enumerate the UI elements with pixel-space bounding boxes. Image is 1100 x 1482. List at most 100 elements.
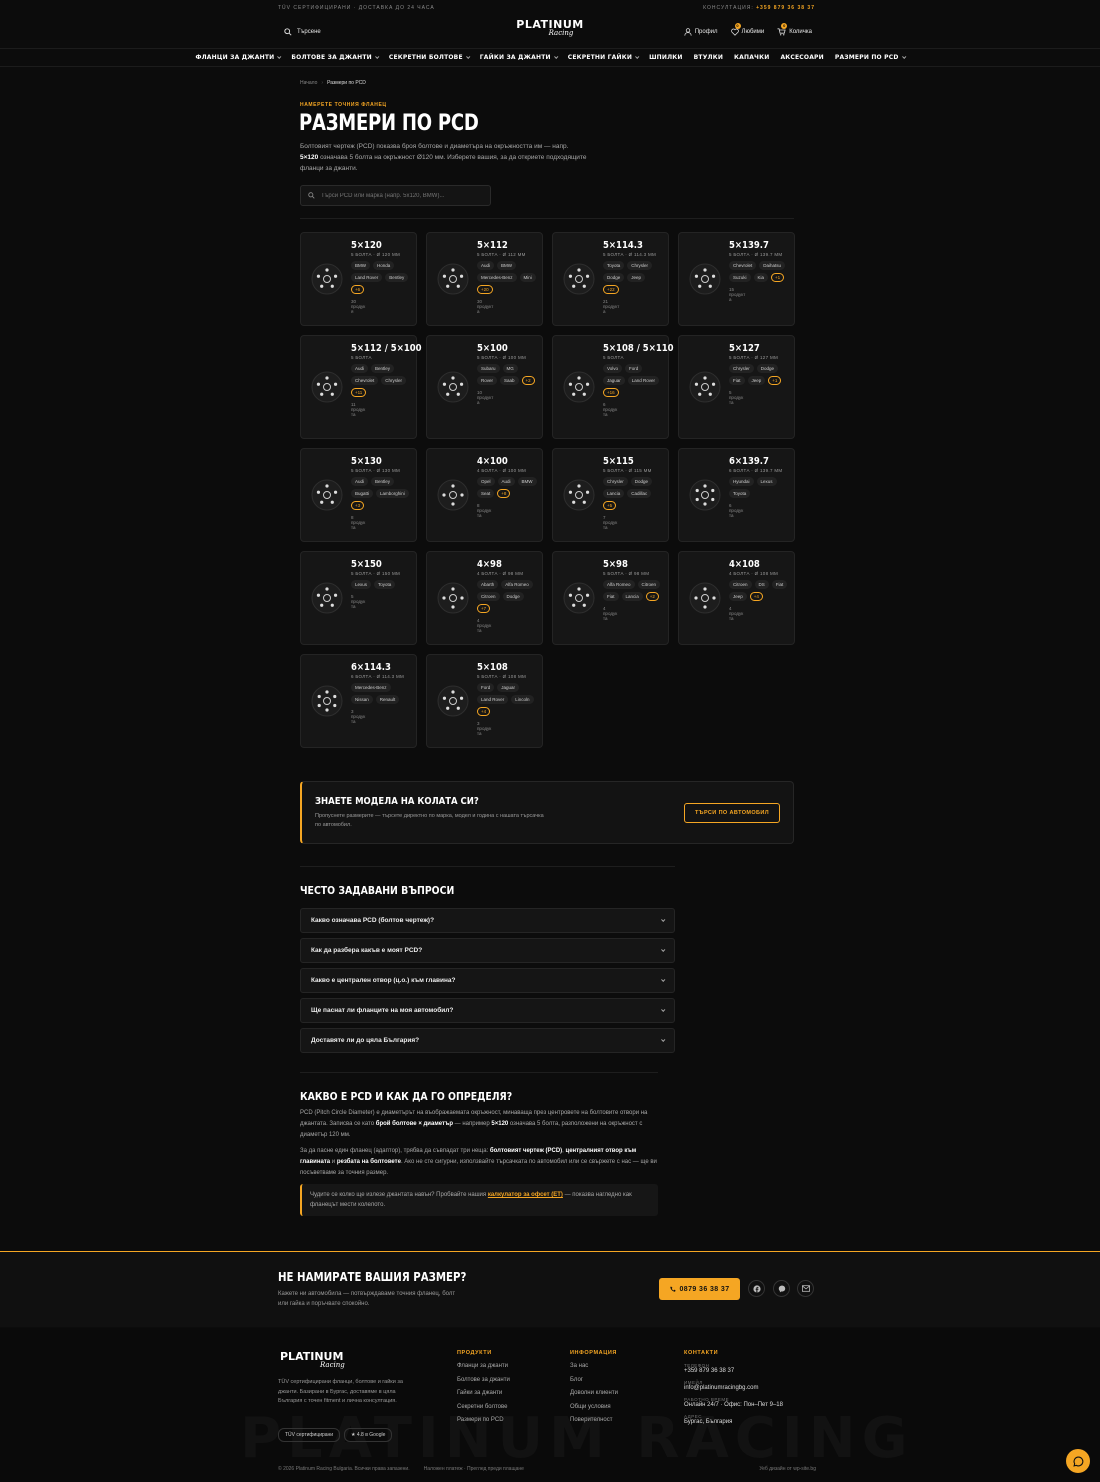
faq-item[interactable]: Какво означава PCD (болтов чертеж)? (300, 908, 675, 933)
brand-chips: Citroen DS Fiat Jeep +4 (729, 580, 789, 601)
favorites-link[interactable]: 0 Любими (730, 22, 764, 36)
brand-chips: Hyundai Lexus Toyota (729, 477, 789, 498)
pcd-card[interactable]: 4×98 4 БОЛТА · Ø 98 ММ Abarth Alfa Romeo Cit… (426, 551, 543, 645)
design-credit[interactable]: Уеб дизайн от wp-site.bg (759, 1466, 816, 1472)
pcd-card[interactable]: 5×150 5 БОЛТА · Ø 150 ММ Lexus Toyota 5 проду… (300, 551, 417, 645)
facebook-button[interactable] (748, 1280, 765, 1297)
footer-link[interactable]: За нас (570, 1363, 618, 1369)
pcd-subtitle: 5 БОЛТА · Ø 127 ММ (729, 355, 779, 360)
footer-phone[interactable]: +359 879 36 38 37 (684, 1368, 783, 1374)
brand-chips: Chrysler Dodge Fiat Jeep +1 (729, 364, 789, 385)
nav-item-9[interactable]: РАЗМЕРИ ПО PCD (835, 54, 906, 61)
offset-calculator-link[interactable]: калкулатор за офсет (ET) (488, 1192, 563, 1198)
nav-item-4[interactable]: СЕКРЕТНИ ГАЙКИ (568, 54, 640, 61)
footer-link[interactable]: Фланци за джанти (457, 1363, 510, 1369)
profile-link[interactable]: Профил (684, 27, 718, 36)
nav-item-6[interactable]: ВТУЛКИ (694, 54, 723, 61)
brand-chip: BMW (351, 261, 370, 270)
cart-link[interactable]: 0 Количка (777, 22, 812, 36)
footer-link[interactable]: Размери по PCD (457, 1417, 510, 1423)
chevron-down-icon (465, 54, 471, 59)
pcd-card[interactable]: 4×100 4 БОЛТА · Ø 100 ММ Opel Audi BMW Seat +8… (426, 448, 543, 542)
favorites-count-badge: 0 (734, 22, 741, 29)
faq-item[interactable]: Как да разбера какъв е моят PCD? (300, 938, 675, 963)
search-by-vehicle-button[interactable]: ТЪРСИ ПО АВТОМОБИЛ (684, 803, 780, 823)
brand-chip: Audi (497, 477, 515, 486)
footer-link[interactable]: Поверителност (570, 1417, 618, 1423)
pcd-card[interactable]: 5×108 5 БОЛТА · Ø 108 ММ Ford Jaguar Land Ro… (426, 654, 543, 748)
brand-chip: Citroen (729, 580, 752, 589)
pcd-card[interactable]: 5×108 / 5×110 5 БОЛТА Volvo Ford Jaguar Land … (552, 335, 674, 439)
footer-email[interactable]: info@platinumracingbg.com (684, 1385, 783, 1391)
payment-note: Наложен платеж · Преглед преди плащане (423, 1466, 524, 1472)
pcd-card[interactable]: 5×115 5 БОЛТА · Ø 115 ММ Chrysler Dodge Lanc… (552, 448, 669, 542)
faq-item[interactable]: Ще паснат ли фланците на моя автомобил? (300, 998, 675, 1023)
faq-item[interactable]: Какво е централен отвор (ц.о.) към глави… (300, 968, 675, 993)
pcd-card[interactable]: 5×120 5 БОЛТА · Ø 120 ММ BMW Honda Land Rove… (300, 232, 417, 326)
brand-chip: Audi (351, 477, 369, 486)
pcd-card[interactable]: 6×114.3 6 БОЛТА · Ø 114.3 ММ Mercedes-Benz… (300, 654, 417, 748)
pcd-card[interactable]: 5×139.7 5 БОЛТА · Ø 139.7 ММ Chevrolet Daih… (678, 232, 795, 326)
pcd-card[interactable]: 5×100 5 БОЛТА · Ø 100 ММ Subaru MG Rover Saab… (426, 335, 543, 439)
brand-chip: Renault (375, 695, 400, 704)
pcd-subtitle: 6 БОЛТА · Ø 114.3 ММ (351, 674, 405, 679)
footer-link[interactable]: Секретни болтове (457, 1404, 510, 1410)
pcd-card[interactable]: 5×112 / 5×100 5 БОЛТА Audi Bentley Chevrolet… (300, 335, 422, 439)
tuv-badge: TÜV сертифицирани (278, 1428, 341, 1442)
footer-link[interactable]: Блог (570, 1377, 618, 1383)
nav-item-8[interactable]: АКСЕСОАРИ (780, 54, 823, 61)
nav-item-0[interactable]: ФЛАНЦИ ЗА ДЖАНТИ (195, 54, 282, 61)
faq-item[interactable]: Доставяте ли до цяла България? (300, 1028, 675, 1053)
brand-chips: Subaru MG Rover Saab +2 (477, 364, 537, 385)
nav-item-3[interactable]: ГАЙКИ ЗА ДЖАНТИ (480, 54, 559, 61)
user-icon (684, 27, 692, 36)
footer-logo[interactable]: PLATINUM Racing (280, 1350, 345, 1369)
footer-link[interactable]: Болтове за джанти (457, 1377, 510, 1383)
pcd-card[interactable]: 5×98 5 БОЛТА · Ø 98 ММ Alfa Romeo Citroen Fi… (552, 551, 669, 645)
nav-item-5[interactable]: ШПИЛКИ (649, 54, 683, 61)
topbar-phone[interactable]: +359 879 36 38 37 (756, 5, 815, 11)
brand-chips: Toyota Chrysler Dodge Jeep +22 (603, 261, 663, 294)
pcd-search-input[interactable] (321, 192, 481, 199)
nav-item-2[interactable]: СЕКРЕТНИ БОЛТОВЕ (389, 54, 471, 61)
facebook-icon (752, 1284, 761, 1293)
email-button[interactable] (797, 1280, 814, 1297)
pcd-card[interactable]: 6×139.7 6 БОЛТА · Ø 139.7 ММ Hyundai Lexus T… (678, 448, 795, 542)
topbar: TÜV СЕРТИФИЦИРАНИ · ДОСТАВКА ДО 24 ЧАСА … (0, 0, 1100, 15)
section-divider (300, 1072, 658, 1073)
footer-link[interactable]: Гайки за джанти (457, 1390, 510, 1396)
viber-button[interactable] (773, 1280, 790, 1297)
search-icon (308, 192, 315, 199)
site-logo[interactable]: PLATINUM Racing (516, 19, 583, 37)
pcd-subtitle: 5 БОЛТА · Ø 120 ММ (351, 252, 401, 257)
pcd-card[interactable]: 5×112 5 БОЛТА · Ø 112 ММ Audi BMW Mercedes-B… (426, 232, 543, 326)
brand-chip: Lamborghini (376, 489, 409, 498)
brand-chips: Alfa Romeo Citroen Fiat Lancia +2 (603, 580, 663, 601)
nav-item-1[interactable]: БОЛТОВЕ ЗА ДЖАНТИ (291, 54, 380, 61)
brand-chip: Jaguar (603, 376, 625, 385)
chat-button[interactable] (1066, 1449, 1090, 1473)
header-search-button[interactable]: Търсене (284, 27, 321, 36)
wheel-bolt-pattern-icon (311, 479, 343, 511)
chevron-down-icon (277, 54, 282, 59)
pcd-subtitle: 5 БОЛТА · Ø 139.7 ММ (729, 252, 783, 257)
wheel-bolt-pattern-icon (311, 685, 343, 717)
footer-link[interactable]: Общи условия (570, 1404, 618, 1410)
section-divider (300, 866, 675, 867)
pcd-card[interactable]: 5×127 5 БОЛТА · Ø 127 ММ Chrysler Dodge Fiat… (678, 335, 795, 439)
footer-link[interactable]: Доволни клиенти (570, 1390, 618, 1396)
call-button[interactable]: 0879 36 38 37 (659, 1278, 740, 1300)
more-brands-badge: +2 (521, 376, 535, 385)
nav-item-7[interactable]: КАПАЧКИ (734, 54, 769, 61)
pcd-card[interactable]: 4×108 4 БОЛТА · Ø 108 ММ Citroen DS Fiat Jeep… (678, 551, 795, 645)
product-count: 3 продук та (351, 709, 366, 724)
pcd-card[interactable]: 5×130 5 БОЛТА · Ø 130 ММ Audi Bentley Bugatt… (300, 448, 417, 542)
product-count: 4 продук та (729, 606, 744, 621)
brand-chip: Dodge (756, 364, 779, 373)
pcd-card[interactable]: 5×114.3 5 БОЛТА · Ø 114.3 ММ Toyota Chrysle… (552, 232, 669, 326)
brand-chip: Bugatti (351, 489, 374, 498)
brand-chips: Audi BMW Mercedes-Benz Mini +20 (477, 261, 537, 294)
breadcrumb-home[interactable]: Начало (300, 80, 317, 86)
faq-list: Какво означава PCD (болтов чертеж)? Как д… (300, 908, 675, 1058)
band-text: Кажете ни автомобила — потвърждаваме точ… (278, 1291, 456, 1307)
